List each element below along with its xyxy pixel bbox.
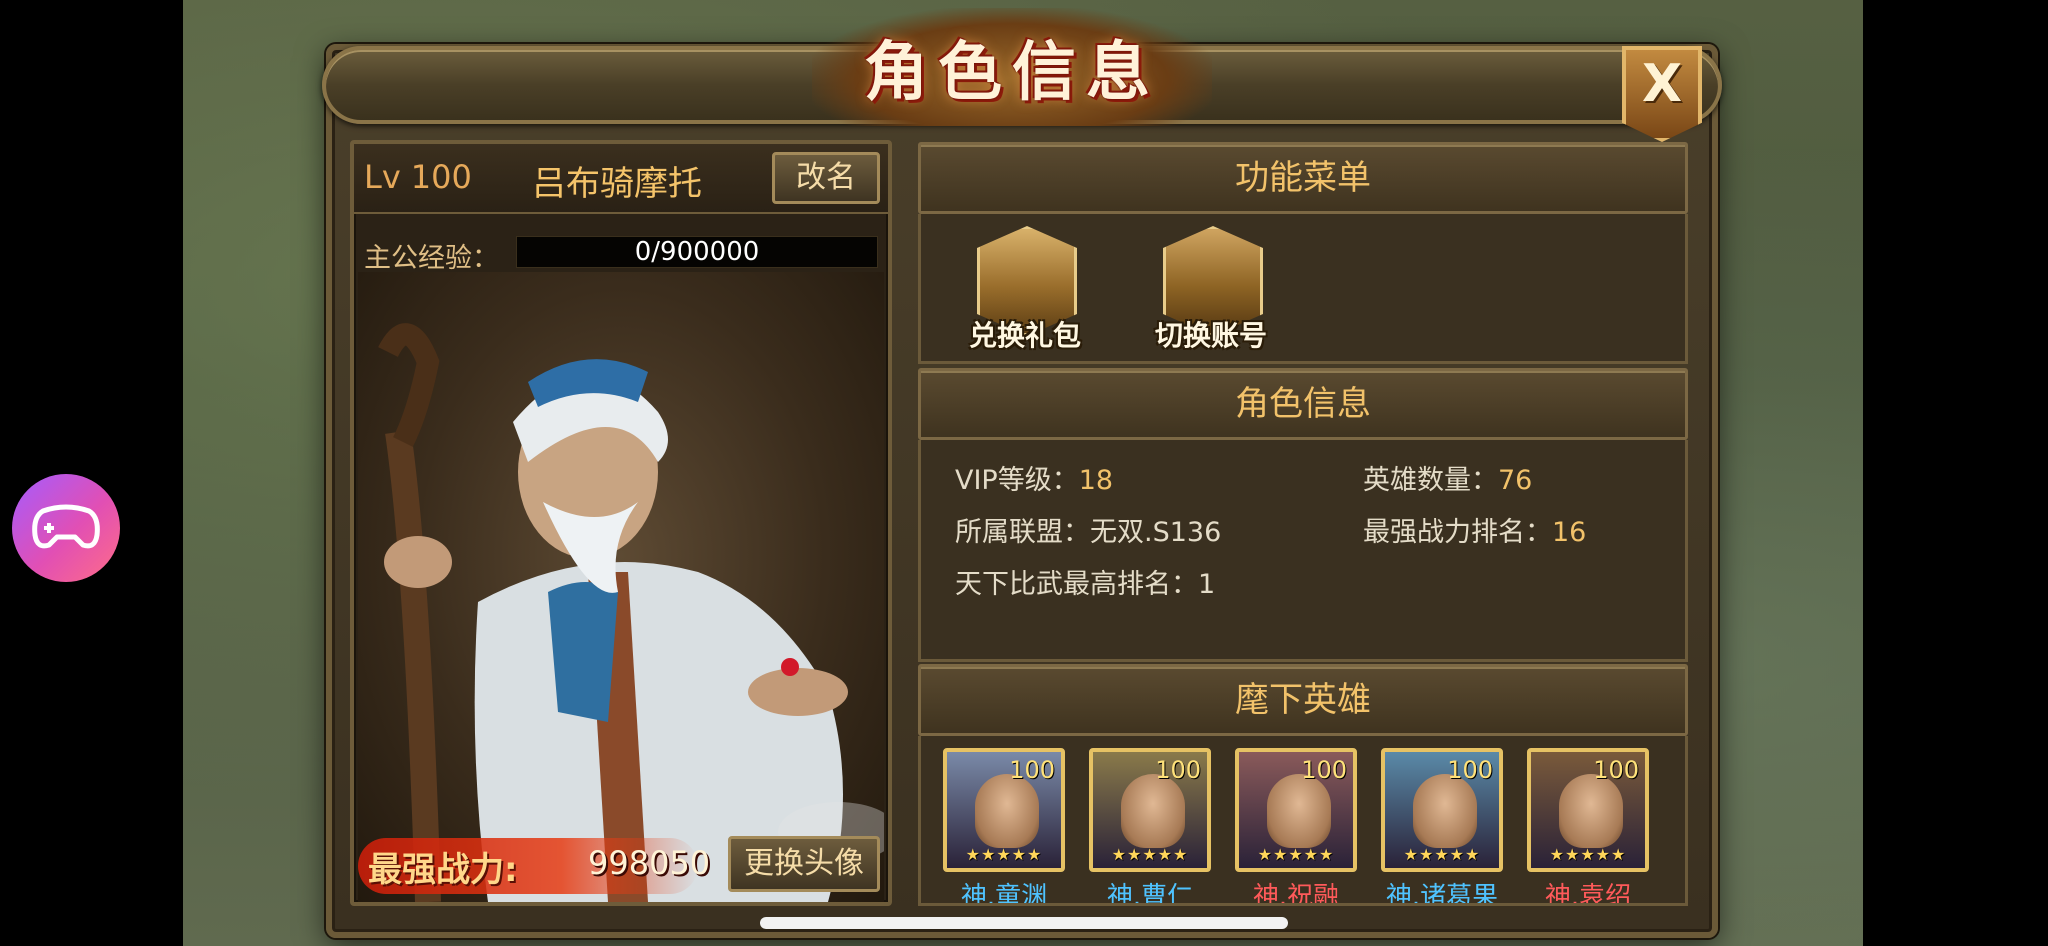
hero-card[interactable]: 100 ★★★★★ 神.童渊	[943, 748, 1065, 906]
player-panel: Lv 100 吕布骑摩托 改名 主公经验： 0/900000 最强战力: 998…	[350, 140, 892, 906]
redeem-gift-label: 兑换礼包	[968, 319, 1081, 352]
arena-rank-label: 天下比武最高排名：	[955, 569, 1198, 600]
hero-count-label: 英雄数量：	[1363, 465, 1498, 496]
close-icon: X	[1641, 54, 1683, 114]
hero-star-rating: ★★★★★	[1403, 845, 1481, 864]
hero-star-rating: ★★★★★	[1111, 845, 1189, 864]
heroes-header: 麾下英雄	[918, 664, 1688, 736]
letterbox-right	[1863, 0, 2048, 946]
hero-name: 神.曹仁	[1106, 882, 1194, 906]
old-sage-portrait-art	[378, 323, 884, 902]
hero-portrait-frame: 100 ★★★★★	[1381, 748, 1503, 872]
exp-progress-bar: 0/900000	[516, 236, 878, 268]
level-value: 100	[410, 158, 472, 196]
hero-portrait	[1267, 774, 1331, 848]
hero-count: 英雄数量：76	[1363, 458, 1532, 497]
switch-account-button[interactable]: 切换账号	[1141, 226, 1281, 356]
hero-star-rating: ★★★★★	[965, 845, 1043, 864]
hero-card[interactable]: 100 ★★★★★ 神.曹仁	[1089, 748, 1211, 906]
rename-button[interactable]: 改名	[772, 152, 880, 204]
role-info-body: VIP等级：18 英雄数量：76 所属联盟：无双.S136 最强战力排名：16 …	[918, 440, 1688, 662]
vip-value: 18	[1078, 465, 1114, 496]
dialog-title: 角色信息	[864, 35, 1160, 110]
level-prefix: Lv	[364, 158, 401, 196]
alliance-value: 无双.S136	[1090, 517, 1222, 548]
player-level: Lv 100	[364, 158, 472, 196]
arena-rank: 天下比武最高排名：1	[955, 562, 1215, 601]
power-rank-value: 16	[1552, 517, 1587, 548]
vip-level: VIP等级：18	[955, 458, 1113, 497]
vip-label: VIP等级：	[955, 465, 1079, 496]
hero-card[interactable]: 100 ★★★★★ 神.祝融	[1235, 748, 1357, 906]
function-menu-body: 兑换礼包 切换账号	[918, 214, 1688, 364]
home-indicator[interactable]	[760, 917, 1288, 929]
hero-portrait	[1559, 774, 1623, 848]
hero-name: 神.诸葛果	[1385, 882, 1499, 906]
hero-level: 100	[1301, 756, 1347, 784]
hero-card[interactable]: 100 ★★★★★ 神.诸葛果	[1381, 748, 1503, 906]
hero-count-value: 76	[1498, 465, 1533, 496]
hero-portrait	[1413, 774, 1477, 848]
hero-portrait-frame: 100 ★★★★★	[943, 748, 1065, 872]
power-row: 最强战力: 998050 更换头像	[358, 834, 884, 898]
arena-rank-value: 1	[1198, 569, 1216, 600]
gamepad-icon	[32, 504, 100, 549]
hero-level: 100	[1593, 756, 1639, 784]
info-panel: 功能菜单 兑换礼包 切换账号 角色信息 VIP等级：18 英雄数量：76 所属联…	[918, 140, 1694, 910]
game-assistant-gamepad-icon[interactable]	[12, 474, 120, 582]
alliance: 所属联盟：无双.S136	[955, 510, 1221, 549]
power-rank: 最强战力排名：16	[1363, 510, 1586, 549]
letterbox-left	[0, 0, 183, 946]
switch-account-label: 切换账号	[1154, 319, 1267, 352]
alliance-label: 所属联盟：	[955, 517, 1090, 548]
power-value: 998050	[588, 844, 711, 882]
hero-portrait-frame: 100 ★★★★★	[1089, 748, 1211, 872]
hero-portrait	[975, 774, 1039, 848]
change-avatar-button[interactable]: 更换头像	[728, 836, 880, 892]
power-rank-label: 最强战力排名：	[1363, 517, 1552, 548]
hero-name: 神.童渊	[960, 882, 1048, 906]
player-avatar-portrait	[358, 272, 884, 902]
exp-label: 主公经验：	[364, 243, 499, 274]
redeem-gift-button[interactable]: 兑换礼包	[955, 226, 1095, 356]
heroes-body: 100 ★★★★★ 神.童渊 100 ★★★★★ 神.曹仁 100 ★★★★★ 神.祝融 100 ★…	[918, 736, 1688, 906]
player-name: 吕布骑摩托	[532, 164, 702, 204]
hero-level: 100	[1009, 756, 1055, 784]
hero-portrait-frame: 100 ★★★★★	[1527, 748, 1649, 872]
hero-level: 100	[1447, 756, 1493, 784]
hero-portrait-frame: 100 ★★★★★	[1235, 748, 1357, 872]
hero-name: 神.祝融	[1252, 882, 1340, 906]
player-name-row: Lv 100 吕布骑摩托 改名	[354, 144, 888, 214]
role-info-header: 角色信息	[918, 368, 1688, 440]
hero-star-rating: ★★★★★	[1549, 845, 1627, 864]
hero-level: 100	[1155, 756, 1201, 784]
close-button[interactable]: X	[1622, 46, 1702, 142]
function-menu-header: 功能菜单	[918, 142, 1688, 214]
dialog-title-plate: 角色信息	[812, 8, 1212, 126]
hero-name: 神.袁绍	[1544, 882, 1632, 906]
hero-portrait	[1121, 774, 1185, 848]
hero-card[interactable]: 100 ★★★★★ 神.袁绍	[1527, 748, 1649, 906]
power-label: 最强战力:	[368, 850, 518, 890]
hero-star-rating: ★★★★★	[1257, 845, 1335, 864]
